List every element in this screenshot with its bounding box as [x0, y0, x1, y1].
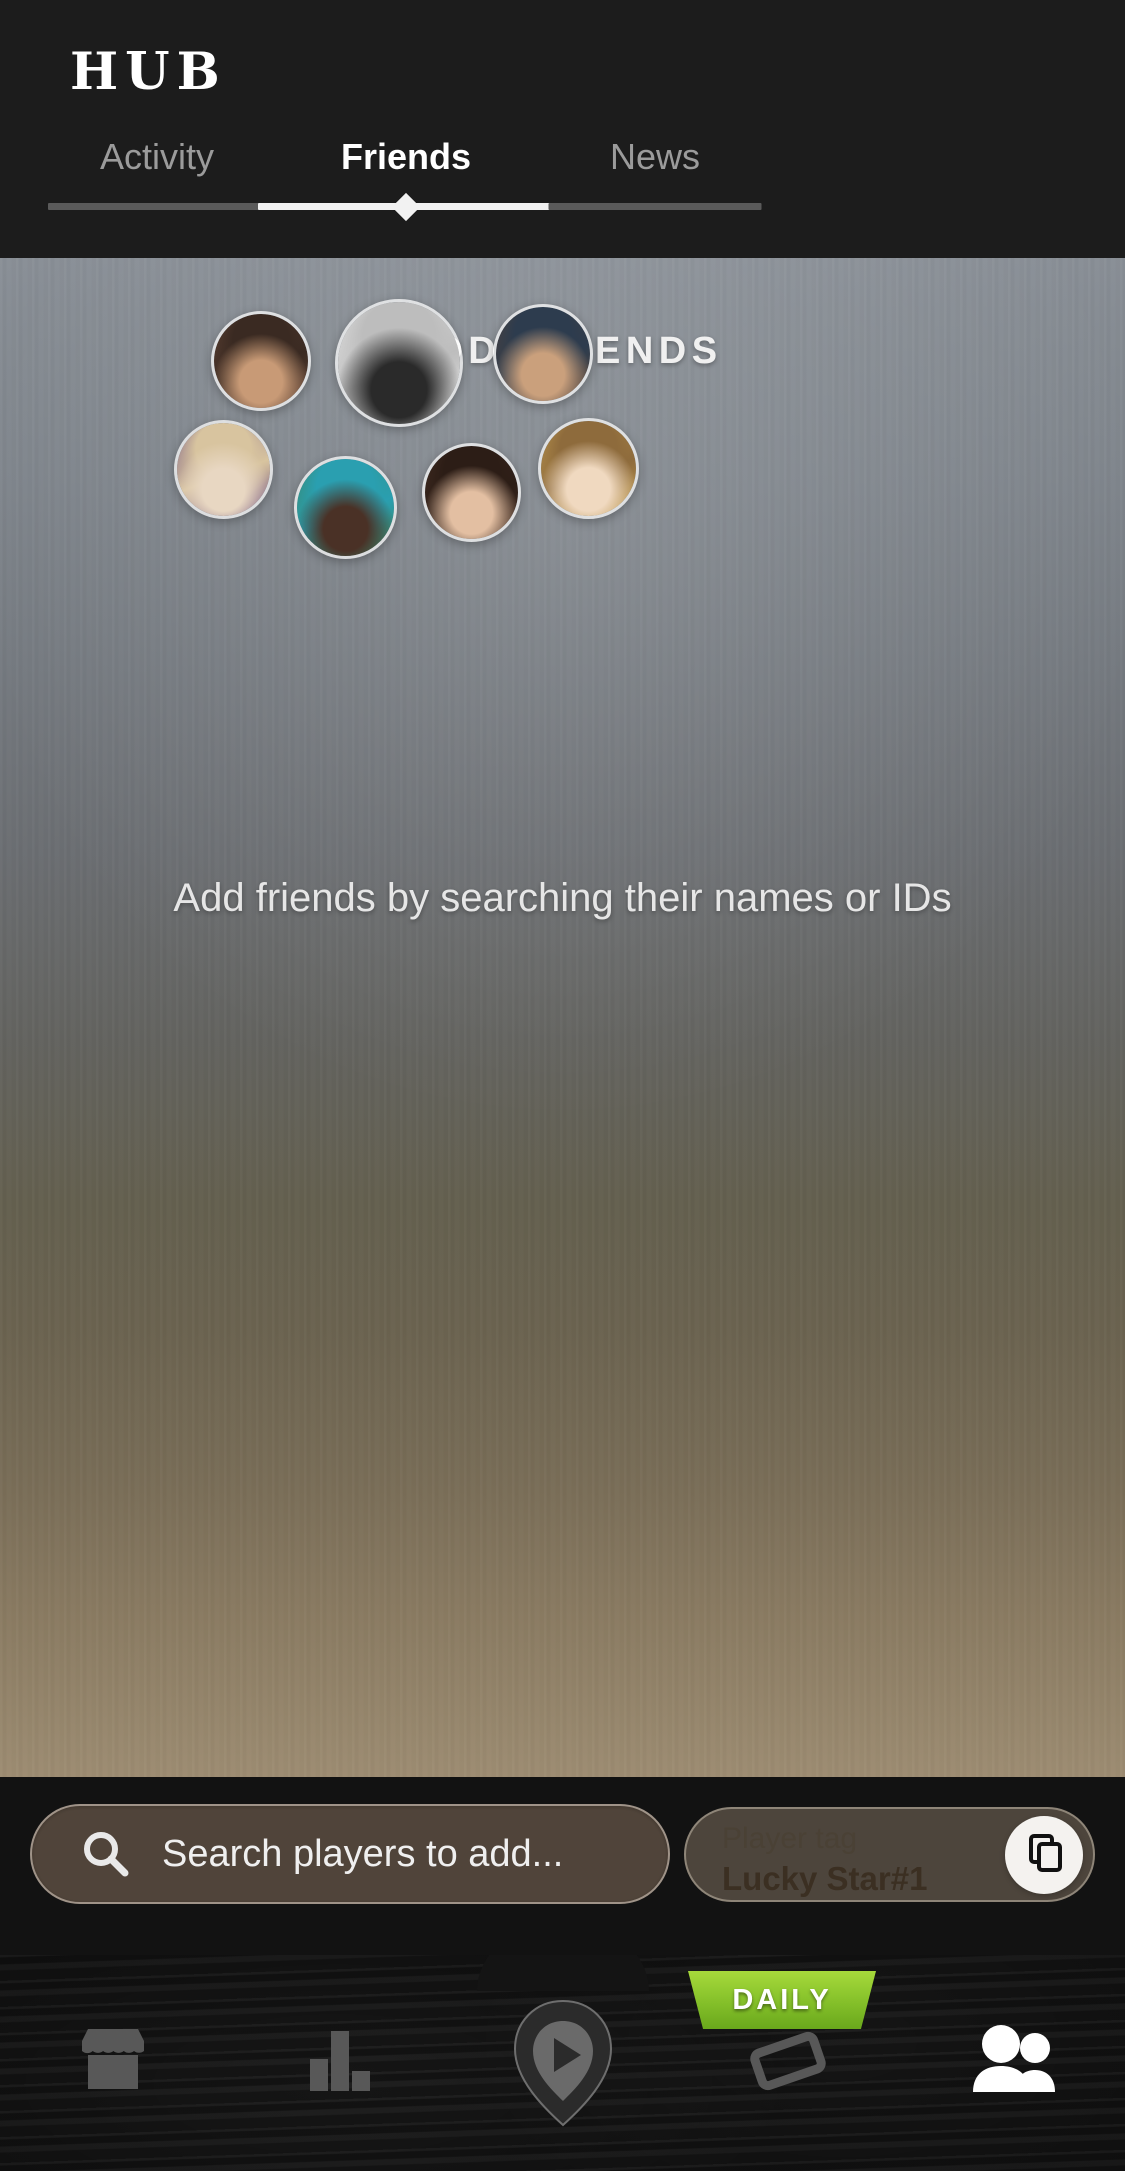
- avatar-cluster: [0, 186, 1125, 806]
- tab-friends[interactable]: Friends: [258, 135, 554, 221]
- app-screen: HUB Activity Friends News ADD FRIENDS Ad…: [0, 0, 1125, 2171]
- avatar-photo: [214, 314, 308, 408]
- player-tag-label: Player tag: [722, 1822, 858, 1855]
- copy-player-tag-button[interactable]: [1005, 1815, 1083, 1894]
- avatar-2[interactable]: [335, 299, 463, 427]
- avatar-photo: [297, 459, 394, 556]
- header-bar: HUB Activity Friends News: [0, 0, 1125, 258]
- tab-news-underline: [548, 203, 762, 210]
- avatar-photo: [541, 421, 636, 516]
- avatar-photo: [496, 307, 590, 401]
- map-pin-play-icon: [507, 1995, 619, 2131]
- people-icon: [967, 2024, 1059, 2103]
- search-placeholder-text: Search players to add...: [162, 1832, 564, 1875]
- tab-news-label: News: [609, 136, 701, 177]
- search-icon: [80, 1828, 132, 1880]
- avatar-5[interactable]: [294, 456, 397, 559]
- app-logo: HUB: [70, 42, 227, 102]
- bottom-navigation-bar: DAILY: [0, 1955, 1125, 2171]
- search-players-input[interactable]: Search players to add...: [30, 1804, 670, 1904]
- avatar-7[interactable]: [538, 418, 639, 519]
- avatar-3[interactable]: [493, 304, 593, 404]
- avatar-1[interactable]: [211, 311, 311, 411]
- daily-badge[interactable]: DAILY: [688, 1971, 876, 2029]
- copy-icon: [1022, 1830, 1066, 1879]
- tab-activity-label: Activity: [99, 136, 214, 177]
- tab-activity[interactable]: Activity: [47, 135, 267, 210]
- tab-active-diamond-marker: [391, 192, 421, 221]
- empty-state-helper-text: Add friends by searching their names or …: [173, 876, 952, 920]
- avatar-photo: [425, 446, 518, 539]
- nav-item-shop[interactable]: [0, 1955, 225, 2171]
- tab-news[interactable]: News: [548, 135, 762, 210]
- avatar-photo: [177, 423, 270, 516]
- nav-item-play[interactable]: [450, 1955, 675, 2171]
- nav-items: [0, 1955, 1125, 2171]
- avatar-6[interactable]: [422, 443, 521, 542]
- daily-badge-label: DAILY: [732, 1983, 832, 2016]
- nav-item-friends[interactable]: [900, 1955, 1125, 2171]
- search-and-tag-row: Search players to add... Player tag Luck…: [0, 1777, 1125, 1957]
- bar-chart-icon: [300, 2023, 376, 2104]
- tab-activity-underline: [48, 203, 266, 210]
- avatar-4[interactable]: [174, 420, 273, 519]
- tab-friends-label: Friends: [340, 136, 472, 177]
- avatar-photo: [338, 302, 460, 424]
- storefront-icon: [74, 2025, 152, 2102]
- player-tag-value: Lucky Star#1: [722, 1860, 928, 1897]
- nav-item-stats[interactable]: [225, 1955, 450, 2171]
- ticket-icon: [745, 2022, 831, 2105]
- player-tag-panel[interactable]: Player tag Lucky Star#1: [684, 1807, 1095, 1902]
- tab-bar: Activity Friends News: [0, 135, 1125, 255]
